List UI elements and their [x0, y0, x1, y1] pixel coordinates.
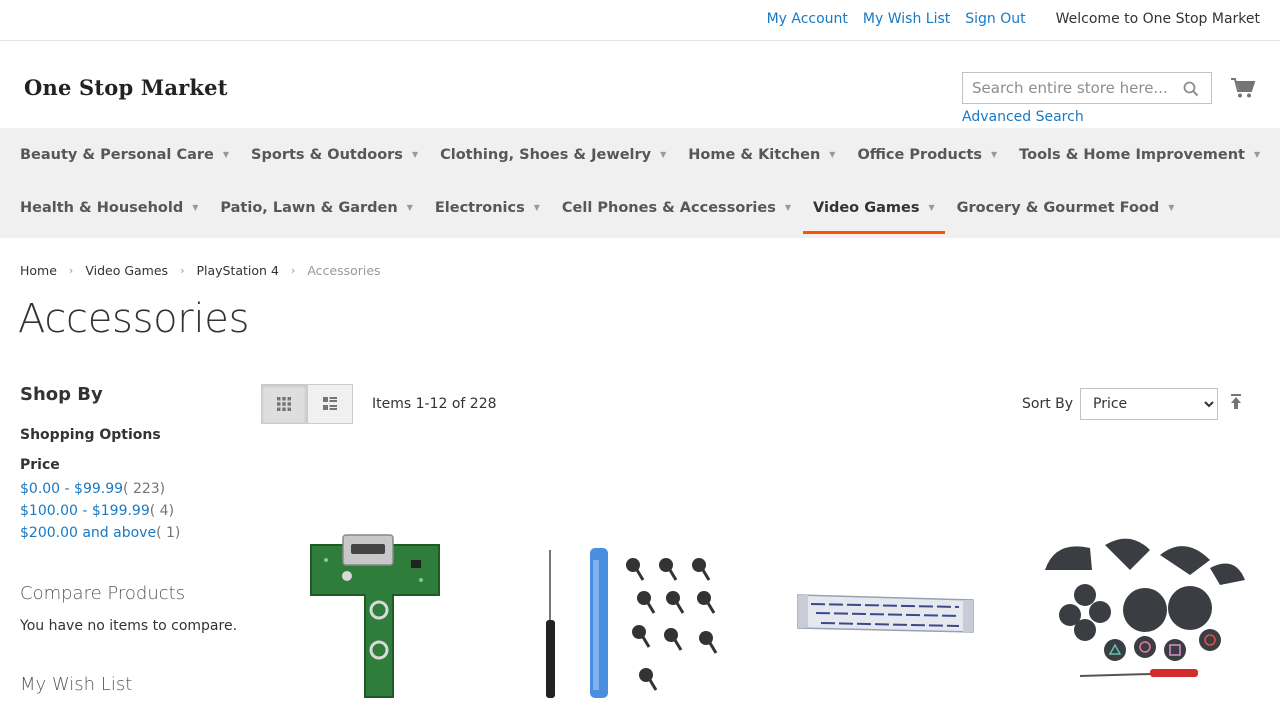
price-filter-list: $0.00 - $99.99( 223) $100.00 - $199.99( 4…: [20, 481, 240, 541]
breadcrumb-home[interactable]: Home: [20, 263, 57, 278]
price-filter-option[interactable]: $0.00 - $99.99( 223): [20, 481, 240, 497]
nav-item-health-household[interactable]: Health & Household ▼: [10, 181, 208, 234]
chevron-down-icon: ▼: [928, 203, 935, 212]
product-grid: [261, 500, 1260, 720]
breadcrumb-video-games[interactable]: Video Games: [85, 263, 168, 278]
nav-item-label: Office Products: [857, 146, 983, 163]
items-count: Items 1-12 of 228: [372, 396, 497, 412]
chevron-down-icon: ▼: [222, 150, 230, 159]
search-icon[interactable]: [1183, 81, 1199, 97]
nav-item-electronics[interactable]: Electronics ▼: [425, 181, 550, 234]
nav-item-grocery-gourmet-food[interactable]: Grocery & Gourmet Food ▼: [947, 181, 1185, 234]
store-logo[interactable]: One Stop Market: [24, 75, 228, 100]
price-filter-link[interactable]: $0.00 - $99.99: [20, 481, 123, 497]
wish-list-heading: My Wish List: [20, 674, 133, 695]
top-links: My Account My Wish List Sign Out Welcome…: [767, 11, 1260, 27]
products-toolbar: Items 1-12 of 228 Sort By Price: [261, 384, 1260, 424]
price-filter-count: ( 223): [123, 481, 166, 497]
grid-view-button[interactable]: [261, 384, 307, 424]
chevron-right-icon: ›: [68, 264, 74, 277]
product-image-charging-board[interactable]: [261, 500, 511, 720]
nav-item-video-games[interactable]: Video Games ▼: [803, 181, 945, 234]
nav-item-label: Clothing, Shoes & Jewelry: [440, 146, 652, 163]
list-view-button[interactable]: [307, 384, 353, 424]
chevron-down-icon: ▼: [406, 203, 413, 212]
search-input[interactable]: [963, 73, 1173, 103]
product-image-screw-kit[interactable]: [511, 500, 761, 720]
sort-by-select[interactable]: Price: [1080, 388, 1218, 420]
nav-item-label: Sports & Outdoors: [251, 146, 403, 163]
chevron-down-icon: ▼: [533, 203, 540, 212]
nav-item-sports-outdoors[interactable]: Sports & Outdoors ▼: [241, 128, 428, 181]
sort-by-label: Sort By: [1022, 396, 1074, 412]
nav-item-label: Patio, Lawn & Garden: [220, 199, 398, 216]
nav-item-label: Home & Kitchen: [688, 146, 821, 163]
product-image-ribbon-cable[interactable]: [761, 500, 1011, 720]
chevron-down-icon: ▼: [660, 150, 667, 159]
nav-item-label: Tools & Home Improvement: [1019, 146, 1245, 163]
chevron-down-icon: ▼: [991, 150, 998, 159]
sort-direction-icon[interactable]: [1228, 393, 1244, 411]
price-filter-link[interactable]: $100.00 - $199.99: [20, 503, 150, 519]
price-filter-link[interactable]: $200.00 and above: [20, 525, 156, 541]
price-filter-title[interactable]: Price: [20, 457, 240, 473]
page-title: Accessories: [18, 296, 250, 342]
my-wish-list-link[interactable]: My Wish List: [863, 11, 950, 27]
list-icon: [323, 397, 337, 410]
shop-by-heading: Shop By: [20, 384, 103, 405]
nav-item-label: Beauty & Personal Care: [20, 146, 214, 163]
header: One Stop Market Advanced Search: [0, 41, 1280, 128]
nav-item-cell-phones-accessories[interactable]: Cell Phones & Accessories ▼: [552, 181, 801, 234]
breadcrumb-playstation-4[interactable]: PlayStation 4: [196, 263, 278, 278]
chevron-down-icon: ▼: [411, 150, 419, 159]
nav-item-label: Cell Phones & Accessories: [561, 199, 776, 216]
search-box: [962, 72, 1212, 104]
nav-item-label: Video Games: [813, 199, 920, 216]
buttons-kit-image: [1045, 538, 1246, 677]
top-bar: My Account My Wish List Sign Out Welcome…: [0, 0, 1280, 41]
chevron-right-icon: ›: [290, 264, 296, 277]
breadcrumb-accessories: Accessories: [307, 263, 381, 278]
category-nav: Beauty & Personal Care ▼ Sports & Outdoors…: [0, 128, 1280, 238]
nav-item-label: Health & Household: [20, 199, 184, 216]
nav-item-label: Grocery & Gourmet Food: [956, 199, 1160, 216]
charging-board-image: [310, 534, 440, 698]
nav-item-clothing-shoes-jewelry[interactable]: Clothing, Shoes & Jewelry ▼: [430, 128, 676, 181]
nav-item-home-kitchen[interactable]: Home & Kitchen ▼: [678, 128, 845, 181]
ribbon-cable-image: [796, 594, 974, 633]
chevron-down-icon: ▼: [1253, 150, 1261, 159]
chevron-down-icon: ▼: [829, 150, 836, 159]
nav-item-label: Electronics: [434, 199, 525, 216]
chevron-right-icon: ›: [180, 264, 185, 277]
chevron-down-icon: ▼: [192, 203, 199, 212]
advanced-search-link[interactable]: Advanced Search: [962, 109, 1084, 125]
compare-empty-message: You have no items to compare.: [20, 618, 238, 634]
screw-kit-image: [545, 548, 718, 698]
price-filter-count: ( 4): [149, 503, 175, 519]
nav-row: Beauty & Personal Care ▼ Sports & Outdoors…: [10, 128, 1270, 181]
cart-icon[interactable]: [1230, 76, 1256, 100]
nav-item-tools-home-improvement[interactable]: Tools & Home Improvement ▼: [1009, 128, 1270, 181]
chevron-down-icon: ▼: [1168, 203, 1175, 212]
price-filter-count: ( 1): [156, 525, 181, 541]
my-account-link[interactable]: My Account: [767, 11, 848, 27]
sidebar: Shop By Shopping Options Price $0.00 - $…: [20, 384, 240, 695]
breadcrumb: Home › Video Games › PlayStation 4 › Acc…: [20, 263, 381, 278]
nav-item-beauty-personal-care[interactable]: Beauty & Personal Care ▼: [10, 128, 239, 181]
price-filter-option[interactable]: $100.00 - $199.99( 4): [20, 503, 240, 519]
product-image-buttons-kit[interactable]: [1010, 500, 1260, 720]
sign-out-link[interactable]: Sign Out: [965, 11, 1025, 27]
view-modes: [261, 384, 353, 424]
grid-icon: [277, 397, 291, 411]
nav-item-patio-lawn-garden[interactable]: Patio, Lawn & Garden ▼: [210, 181, 422, 234]
shopping-options-heading: Shopping Options: [20, 427, 161, 443]
welcome-message: Welcome to One Stop Market: [1055, 11, 1260, 27]
nav-row: Health & Household ▼ Patio, Lawn & Garden ▼…: [10, 181, 1270, 234]
nav-item-office-products[interactable]: Office Products ▼: [847, 128, 1007, 181]
price-filter-option[interactable]: $200.00 and above( 1): [20, 525, 240, 541]
chevron-down-icon: ▼: [784, 203, 792, 212]
compare-products-heading: Compare Products: [20, 583, 186, 604]
